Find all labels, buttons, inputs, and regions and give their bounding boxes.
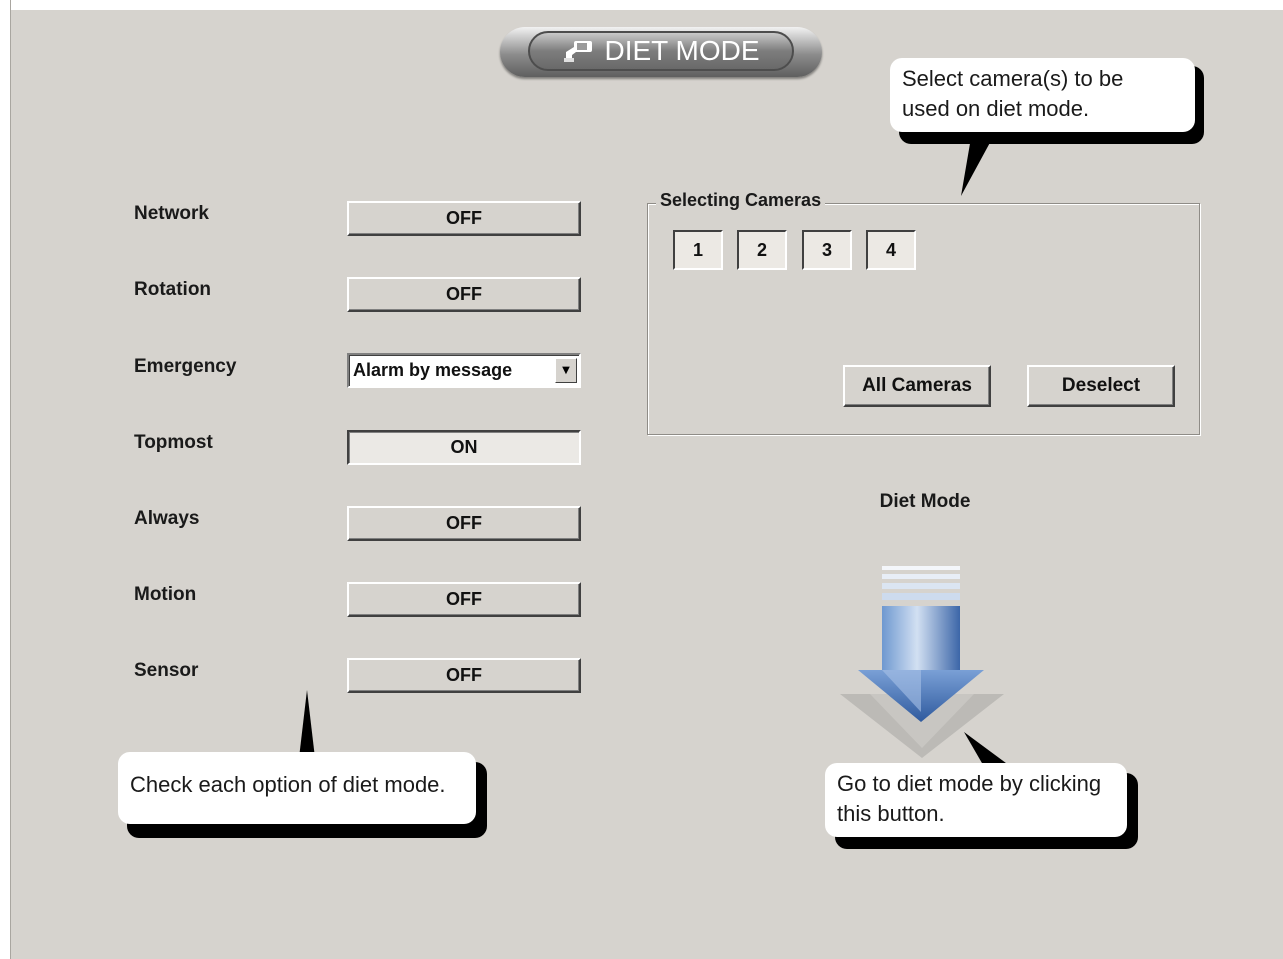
cameras-callout: Select camera(s) to be used on diet mode… (890, 58, 1195, 132)
emergency-select[interactable]: Alarm by message ▼ (347, 353, 581, 388)
camera-icon (564, 41, 593, 62)
network-label: Network (134, 203, 209, 224)
go-diet-callout: Go to diet mode by clicking this button. (825, 763, 1127, 837)
cameras-callout-line1: Select camera(s) to be (902, 66, 1124, 91)
camera-1-button[interactable]: 1 (673, 230, 723, 270)
sensor-label: Sensor (134, 660, 199, 681)
diet-mode-label: Diet Mode (879, 491, 971, 512)
options-callout-text: Check each option of diet mode. (130, 772, 446, 797)
page-title: DIET MODE (604, 35, 760, 66)
top-border (0, 0, 1283, 10)
go-diet-callout-line1: Go to diet mode by clicking (837, 771, 1102, 796)
go-diet-callout-line2: this button. (837, 801, 945, 826)
sensor-toggle[interactable]: OFF (347, 658, 581, 693)
all-cameras-button[interactable]: All Cameras (843, 365, 991, 407)
always-toggle[interactable]: OFF (347, 506, 581, 541)
deselect-button[interactable]: Deselect (1027, 365, 1175, 407)
chevron-down-icon[interactable]: ▼ (555, 358, 577, 383)
camera-4-button[interactable]: 4 (866, 230, 916, 270)
emergency-select-value: Alarm by message (353, 360, 513, 380)
camera-2-button[interactable]: 2 (737, 230, 787, 270)
always-label: Always (134, 508, 200, 529)
left-border (0, 0, 11, 959)
rotation-label: Rotation (134, 279, 212, 300)
topmost-toggle[interactable]: ON (347, 430, 581, 465)
rotation-toggle[interactable]: OFF (347, 277, 581, 312)
callout-tail (299, 690, 315, 758)
camera-group-title: Selecting Cameras (656, 190, 826, 211)
network-toggle[interactable]: OFF (347, 201, 581, 236)
topmost-label: Topmost (134, 432, 213, 453)
motion-toggle[interactable]: OFF (347, 582, 581, 617)
options-callout: Check each option of diet mode. (118, 752, 476, 824)
emergency-label: Emergency (134, 356, 237, 377)
camera-3-button[interactable]: 3 (802, 230, 852, 270)
title-badge: DIET MODE (528, 31, 794, 71)
cameras-callout-line2: used on diet mode. (902, 96, 1090, 121)
motion-label: Motion (134, 584, 197, 605)
